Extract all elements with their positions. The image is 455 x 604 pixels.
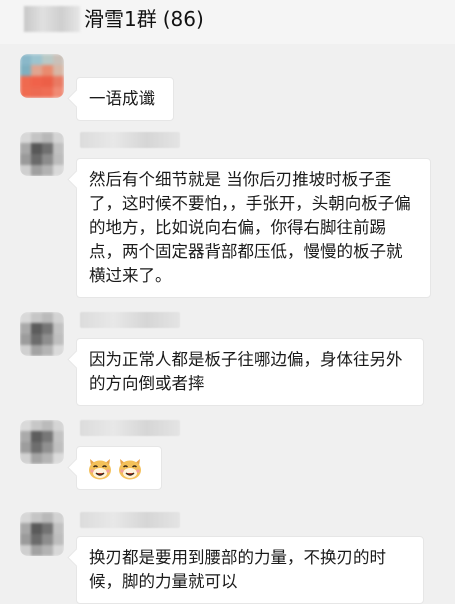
avatar[interactable] bbox=[20, 54, 64, 98]
message-bubble[interactable]: 换刃都是要用到腰部的力量，不换刃的时候，脚的力量就可以 bbox=[76, 536, 424, 604]
message-text: 因为正常人都是板子往哪边偏，身体往另外的方向倒或者摔 bbox=[89, 350, 403, 393]
chat-header: 滑雪1群 (86) bbox=[0, 0, 455, 44]
sender-name bbox=[80, 312, 180, 328]
message-text: 一语成谶 bbox=[89, 89, 155, 108]
message-bubble[interactable]: 一语成谶 bbox=[76, 77, 174, 121]
message-bubble[interactable]: 然后有个细节就是 当你后刃推坡时板子歪了，这时候不要怕，，手张开，头朝向板子偏的… bbox=[76, 158, 431, 298]
sender-name bbox=[80, 512, 180, 528]
cat-face-icon bbox=[87, 455, 113, 481]
avatar[interactable] bbox=[20, 420, 64, 464]
avatar[interactable] bbox=[20, 132, 64, 176]
blurred-group-name bbox=[24, 6, 80, 32]
group-name: 滑雪1群 bbox=[84, 7, 157, 31]
emoji-message-bubble[interactable] bbox=[76, 446, 162, 490]
message-text: 换刃都是要用到腰部的力量，不换刃的时候，脚的力量就可以 bbox=[89, 548, 386, 591]
avatar[interactable] bbox=[20, 512, 64, 556]
sender-name bbox=[80, 132, 180, 148]
message-text: 然后有个细节就是 当你后刃推坡时板子歪了，这时候不要怕，，手张开，头朝向板子偏的… bbox=[89, 170, 411, 285]
sender-name bbox=[80, 420, 180, 436]
avatar[interactable] bbox=[20, 312, 64, 356]
cat-face-icon bbox=[117, 455, 143, 481]
member-count: (86) bbox=[162, 7, 204, 31]
chat-title[interactable]: 滑雪1群 (86) bbox=[84, 5, 204, 33]
message-bubble[interactable]: 因为正常人都是板子往哪边偏，身体往另外的方向倒或者摔 bbox=[76, 338, 424, 406]
